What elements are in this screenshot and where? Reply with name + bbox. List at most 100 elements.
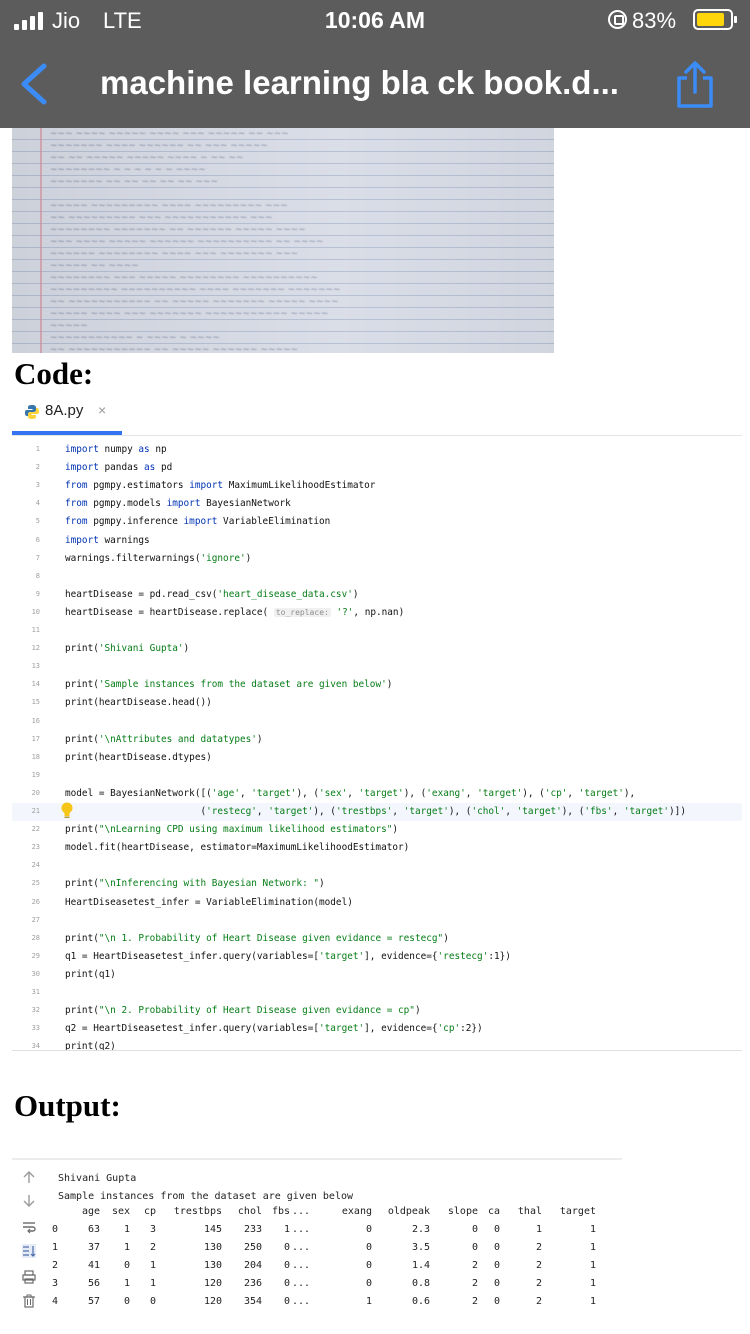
code-line[interactable]: 17 print('\nAttributes and datatypes') — [12, 731, 742, 749]
print-icon[interactable] — [22, 1270, 36, 1284]
line-number: 7 — [35, 553, 40, 562]
line-number: 8 — [35, 571, 40, 580]
editor-tab[interactable]: 8A.py × — [12, 396, 122, 436]
line-number: 26 — [31, 897, 40, 906]
line-number: 12 — [31, 644, 40, 653]
code-text: warnings.filterwarnings('ignore') — [65, 552, 252, 564]
line-number: 4 — [35, 499, 40, 508]
code-line[interactable]: 10 heartDisease = heartDisease.replace( t… — [12, 604, 742, 622]
code-line[interactable]: 22 print("\nLearning CPD using maximum li… — [12, 821, 742, 839]
code-text: print("\nInferencing with Bayesian Netwo… — [65, 878, 325, 890]
code-line[interactable]: 2 import pandas as pd — [12, 459, 742, 477]
code-line[interactable]: 8 — [12, 568, 742, 586]
code-line[interactable]: 12 print('Shivani Gupta') — [12, 640, 742, 658]
line-number: 16 — [31, 716, 40, 725]
code-line[interactable]: 7 warnings.filterwarnings('ignore') — [12, 550, 742, 568]
line-number: 9 — [35, 589, 40, 598]
code-line[interactable]: 21 ('restecg', 'target'), ('trestbps', '… — [12, 801, 742, 821]
code-line[interactable]: 9 heartDisease = pd.read_csv('heart_disea… — [12, 586, 742, 604]
code-text: import pandas as pd — [65, 462, 173, 474]
code-line[interactable]: 5 from pgmpy.inference import VariableEli… — [12, 513, 742, 531]
code-line[interactable]: 30 print(q1) — [12, 966, 742, 984]
python-icon — [25, 405, 39, 419]
code-text: from pgmpy.inference import VariableElim… — [65, 516, 331, 528]
code-line[interactable]: 13 — [12, 658, 742, 676]
code-line[interactable]: 3 from pgmpy.estimators import MaximumLik… — [12, 477, 742, 495]
code-line[interactable]: 23 model.fit(heartDisease, estimator=Maxi… — [12, 839, 742, 857]
code-line[interactable]: 34 print(q2) — [12, 1038, 742, 1056]
code-text: print("\nLearning CPD using maximum like… — [65, 824, 399, 836]
line-number: 24 — [31, 861, 40, 870]
code-text: print(heartDisease.head()) — [65, 697, 212, 709]
line-number: 5 — [35, 517, 40, 526]
document-title: machine learning bla ck book.d... — [100, 64, 619, 101]
line-number: 27 — [31, 915, 40, 924]
code-line[interactable]: 20 model = BayesianNetwork([('age', 'targ… — [12, 785, 742, 803]
code-line[interactable]: 29 q1 = HeartDiseasetest_infer.query(vari… — [12, 948, 742, 966]
code-line[interactable]: 11 — [12, 622, 742, 640]
code-line[interactable]: 19 — [12, 767, 742, 785]
code-line[interactable]: 18 print(heartDisease.dtypes) — [12, 749, 742, 767]
code-text: model = BayesianNetwork([('age', 'target… — [65, 787, 636, 799]
code-text: heartDisease = heartDisease.replace( to_… — [65, 606, 405, 618]
line-number: 21 — [31, 807, 40, 815]
line-number: 33 — [31, 1024, 40, 1033]
navigation-bar: machine learning bla ck book.d... — [0, 40, 750, 128]
line-number: 1 — [35, 445, 40, 453]
code-line[interactable]: 25 print("\nInferencing with Bayesian Net… — [12, 875, 742, 893]
code-line[interactable]: 27 — [12, 912, 742, 930]
rotation-lock-icon — [608, 10, 627, 29]
code-line[interactable]: 33 q2 = HeartDiseasetest_infer.query(vari… — [12, 1020, 742, 1038]
code-text: import warnings — [65, 534, 150, 546]
scroll-to-end-icon[interactable] — [22, 1244, 36, 1258]
soft-wrap-icon[interactable] — [22, 1220, 36, 1234]
code-text: from pgmpy.estimators import MaximumLike… — [65, 480, 376, 492]
lightbulb-icon[interactable] — [60, 801, 74, 819]
code-text: q2 = HeartDiseasetest_infer.query(variab… — [65, 1023, 483, 1035]
code-editor: 8A.py × 1 import numpy as np 2 import panda… — [12, 396, 742, 1052]
back-chevron-icon[interactable] — [16, 62, 56, 106]
code-line[interactable]: 24 — [12, 857, 742, 875]
code-line[interactable]: 16 — [12, 713, 742, 731]
output-line: Shivani Gupta — [58, 1173, 137, 1184]
handwritten-notes-photo: ~~~ ~~~~ ~~~~~ ~~~~ ~~~ ~~~~~ ~~ ~~~ ~~~… — [12, 128, 554, 353]
status-bar: Jio LTE 10:06 AM 83% — [0, 0, 750, 40]
trash-icon[interactable] — [22, 1294, 36, 1308]
line-number: 29 — [31, 951, 40, 960]
line-number: 22 — [31, 825, 40, 834]
arrow-down-icon[interactable] — [22, 1194, 36, 1208]
code-text: from pgmpy.models import BayesianNetwork — [65, 498, 291, 510]
output-toolbar — [12, 1166, 46, 1334]
arrow-up-icon[interactable] — [22, 1170, 36, 1184]
share-icon[interactable] — [673, 60, 717, 110]
line-number: 20 — [31, 788, 40, 797]
run-output-panel: Shivani Gupta Sample instances from the d… — [12, 1158, 622, 1334]
line-number: 10 — [31, 607, 40, 616]
line-number: 31 — [31, 988, 40, 996]
code-line[interactable]: 31 — [12, 984, 742, 1002]
line-number: 25 — [31, 879, 40, 888]
code-text: import numpy as np — [65, 444, 167, 455]
code-line[interactable]: 14 print('Sample instances from the datas… — [12, 676, 742, 694]
line-number: 14 — [31, 680, 40, 689]
code-text: HeartDiseasetest_infer = VariableElimina… — [65, 896, 353, 908]
code-line[interactable]: 26 HeartDiseasetest_infer = VariableElimi… — [12, 894, 742, 912]
line-number: 32 — [31, 1006, 40, 1015]
line-number: 13 — [31, 662, 40, 671]
code-text: print(q1) — [65, 968, 116, 980]
code-text: print('\nAttributes and datatypes') — [65, 733, 263, 745]
code-line[interactable]: 15 print(heartDisease.head()) — [12, 694, 742, 712]
code-text: print("\n 1. Probability of Heart Diseas… — [65, 932, 449, 944]
line-number: 28 — [31, 933, 40, 942]
close-icon[interactable]: × — [98, 402, 106, 418]
output-text: Shivani Gupta Sample instances from the d… — [58, 1170, 353, 1206]
code-line[interactable]: 6 import warnings — [12, 532, 742, 550]
battery-percent: 83% — [632, 8, 677, 33]
output-heading: Output: — [14, 1088, 121, 1123]
code-line[interactable]: 28 print("\n 1. Probability of Heart Dise… — [12, 930, 742, 948]
line-number: 6 — [35, 535, 40, 544]
code-line[interactable]: 4 from pgmpy.models import BayesianNetwor… — [12, 495, 742, 513]
line-number: 11 — [31, 626, 40, 634]
code-line[interactable]: 32 print("\n 2. Probability of Heart Dise… — [12, 1002, 742, 1020]
code-line[interactable]: 1 import numpy as np — [12, 441, 742, 459]
